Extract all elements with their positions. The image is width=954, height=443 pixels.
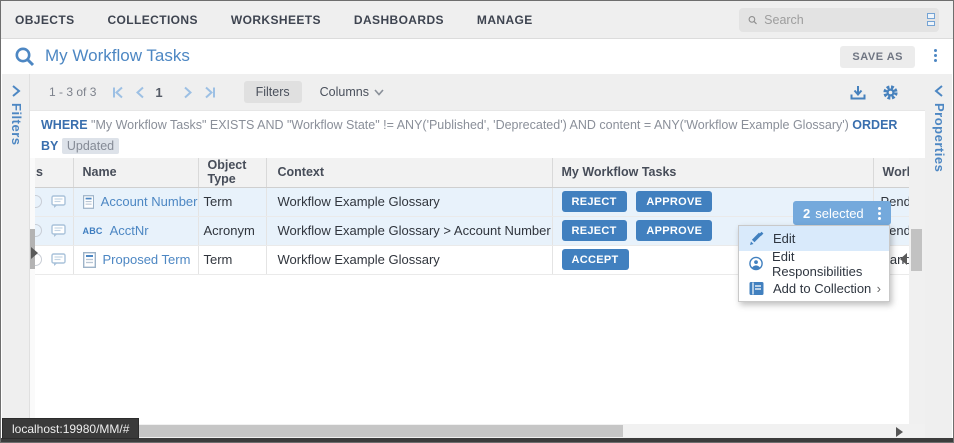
selection-menu-dots-icon[interactable] (878, 207, 881, 220)
object-type-cell: Term (198, 187, 266, 216)
object-name-link[interactable]: Proposed Term (103, 252, 191, 267)
col-header-context[interactable]: Context (266, 158, 552, 187)
search-icon (748, 13, 757, 27)
menu-item-label: Add to Collection (773, 281, 871, 296)
menu-item-edit-responsibilities[interactable]: Edit Responsibilities (739, 251, 889, 276)
selection-label: selected (815, 206, 863, 221)
grid-toolbar: 1 - 3 of 3 1 Filters Columns (30, 74, 925, 111)
menu-item-add-to-collection[interactable]: Add to Collection › (739, 276, 889, 301)
person-icon (749, 256, 763, 271)
table-row[interactable]: Account Number Term Workflow Example Glo… (35, 187, 909, 216)
prev-page-icon[interactable] (135, 86, 145, 99)
status-ring-icon (35, 195, 42, 208)
sort-field-chip: Updated (62, 138, 119, 154)
submenu-arrow-icon: › (877, 281, 881, 296)
nav-dashboards[interactable]: DASHBOARDS (354, 13, 444, 27)
filters-panel-label[interactable]: Filters (9, 103, 24, 146)
current-page: 1 (155, 85, 162, 100)
query-bar: WHERE "My Workflow Tasks" EXISTS AND "Wo… (30, 111, 925, 158)
page-menu-dots-icon[interactable] (934, 49, 937, 62)
object-type-cell: Acronym (198, 216, 266, 245)
acronym-icon: ABC (83, 226, 103, 236)
approve-button[interactable]: APPROVE (636, 191, 712, 212)
reject-button[interactable]: REJECT (562, 191, 627, 212)
menu-item-label: Edit Responsibilities (772, 249, 881, 279)
scroll-right-arrow-icon[interactable] (896, 427, 903, 437)
nav-objects[interactable]: OBJECTS (15, 13, 74, 27)
col-header-object-type[interactable]: Object Type (198, 158, 266, 187)
filters-button[interactable]: Filters (244, 81, 302, 103)
status-url-tooltip: localhost:19980/MM/# (2, 418, 139, 439)
menu-item-edit[interactable]: Edit (739, 226, 889, 251)
page-header: My Workflow Tasks SAVE AS (1, 39, 953, 74)
context-menu: Edit Edit Responsibilities Add to Collec… (738, 225, 890, 302)
approve-button[interactable]: APPROVE (636, 220, 712, 241)
context-cell: Workflow Example Glossary > Account Numb… (266, 216, 552, 245)
app-window: OBJECTS COLLECTIONS WORKSHEETS DASHBOARD… (0, 0, 954, 443)
page-title: My Workflow Tasks (45, 46, 190, 66)
next-page-icon[interactable] (183, 86, 193, 99)
where-keyword: WHERE (41, 118, 88, 132)
comment-icon[interactable] (51, 224, 66, 238)
col-header-tasks[interactable]: My Workflow Tasks (552, 158, 873, 187)
query-clause: "My Workflow Tasks" EXISTS AND "Workflow… (91, 118, 849, 132)
properties-panel-label[interactable]: Properties (932, 103, 947, 172)
expand-filters-icon[interactable] (11, 85, 21, 97)
filters-splitter-arrow-icon[interactable] (31, 247, 38, 259)
object-name-link[interactable]: Account Number (101, 194, 198, 209)
search-scope-icon[interactable] (925, 13, 933, 27)
chevron-down-icon (374, 89, 384, 96)
expand-properties-icon[interactable] (934, 85, 944, 97)
col-header-actions: s (35, 158, 73, 187)
col-header-state[interactable]: Workflow State (873, 158, 909, 187)
context-cell: Workflow Example Glossary (266, 245, 552, 274)
result-range: 1 - 3 of 3 (49, 85, 96, 99)
selection-badge[interactable]: 2 selected (793, 201, 891, 225)
term-icon (83, 252, 96, 268)
columns-dropdown[interactable]: Columns (320, 85, 384, 99)
selection-count: 2 (803, 206, 810, 221)
reject-button[interactable]: REJECT (562, 220, 627, 241)
columns-label: Columns (320, 85, 369, 99)
vertical-scrollbar[interactable] (909, 158, 925, 424)
accept-button[interactable]: ACCEPT (562, 249, 629, 270)
object-type-cell: Term (198, 245, 266, 274)
search-box[interactable] (739, 8, 939, 32)
nav-worksheets[interactable]: WORKSHEETS (231, 13, 321, 27)
properties-splitter-arrow-icon[interactable] (900, 253, 907, 265)
comment-icon[interactable] (51, 195, 66, 209)
header-row: s Name Object Type Context My Workflow T… (35, 158, 909, 187)
download-icon[interactable] (850, 85, 866, 101)
comment-icon[interactable] (51, 253, 66, 267)
last-page-icon[interactable] (203, 86, 216, 99)
filters-splitter[interactable] (30, 158, 35, 424)
horizontal-scrollbar[interactable] (30, 424, 925, 438)
window-bottom-border (1, 438, 953, 442)
first-page-icon[interactable] (112, 86, 125, 99)
object-name-link[interactable]: AcctNr (110, 223, 149, 238)
vertical-scrollbar-thumb[interactable] (911, 229, 922, 271)
context-cell: Workflow Example Glossary (266, 187, 552, 216)
pencil-icon (749, 231, 764, 246)
collection-icon (749, 281, 764, 296)
properties-panel[interactable]: Properties (924, 74, 952, 438)
search-input[interactable] (764, 13, 925, 27)
filters-panel[interactable]: Filters (2, 74, 30, 438)
nav-manage[interactable]: MANAGE (477, 13, 533, 27)
term-icon (83, 194, 94, 210)
menu-item-label: Edit (773, 231, 795, 246)
top-nav: OBJECTS COLLECTIONS WORKSHEETS DASHBOARD… (1, 1, 953, 39)
status-ring-icon (35, 224, 42, 237)
worksheet-icon (14, 46, 36, 68)
gear-icon[interactable] (882, 84, 899, 101)
col-header-name[interactable]: Name (73, 158, 198, 187)
nav-collections[interactable]: COLLECTIONS (107, 13, 197, 27)
save-as-button[interactable]: SAVE AS (840, 46, 915, 68)
status-url-text: localhost:19980/MM/# (12, 422, 129, 436)
